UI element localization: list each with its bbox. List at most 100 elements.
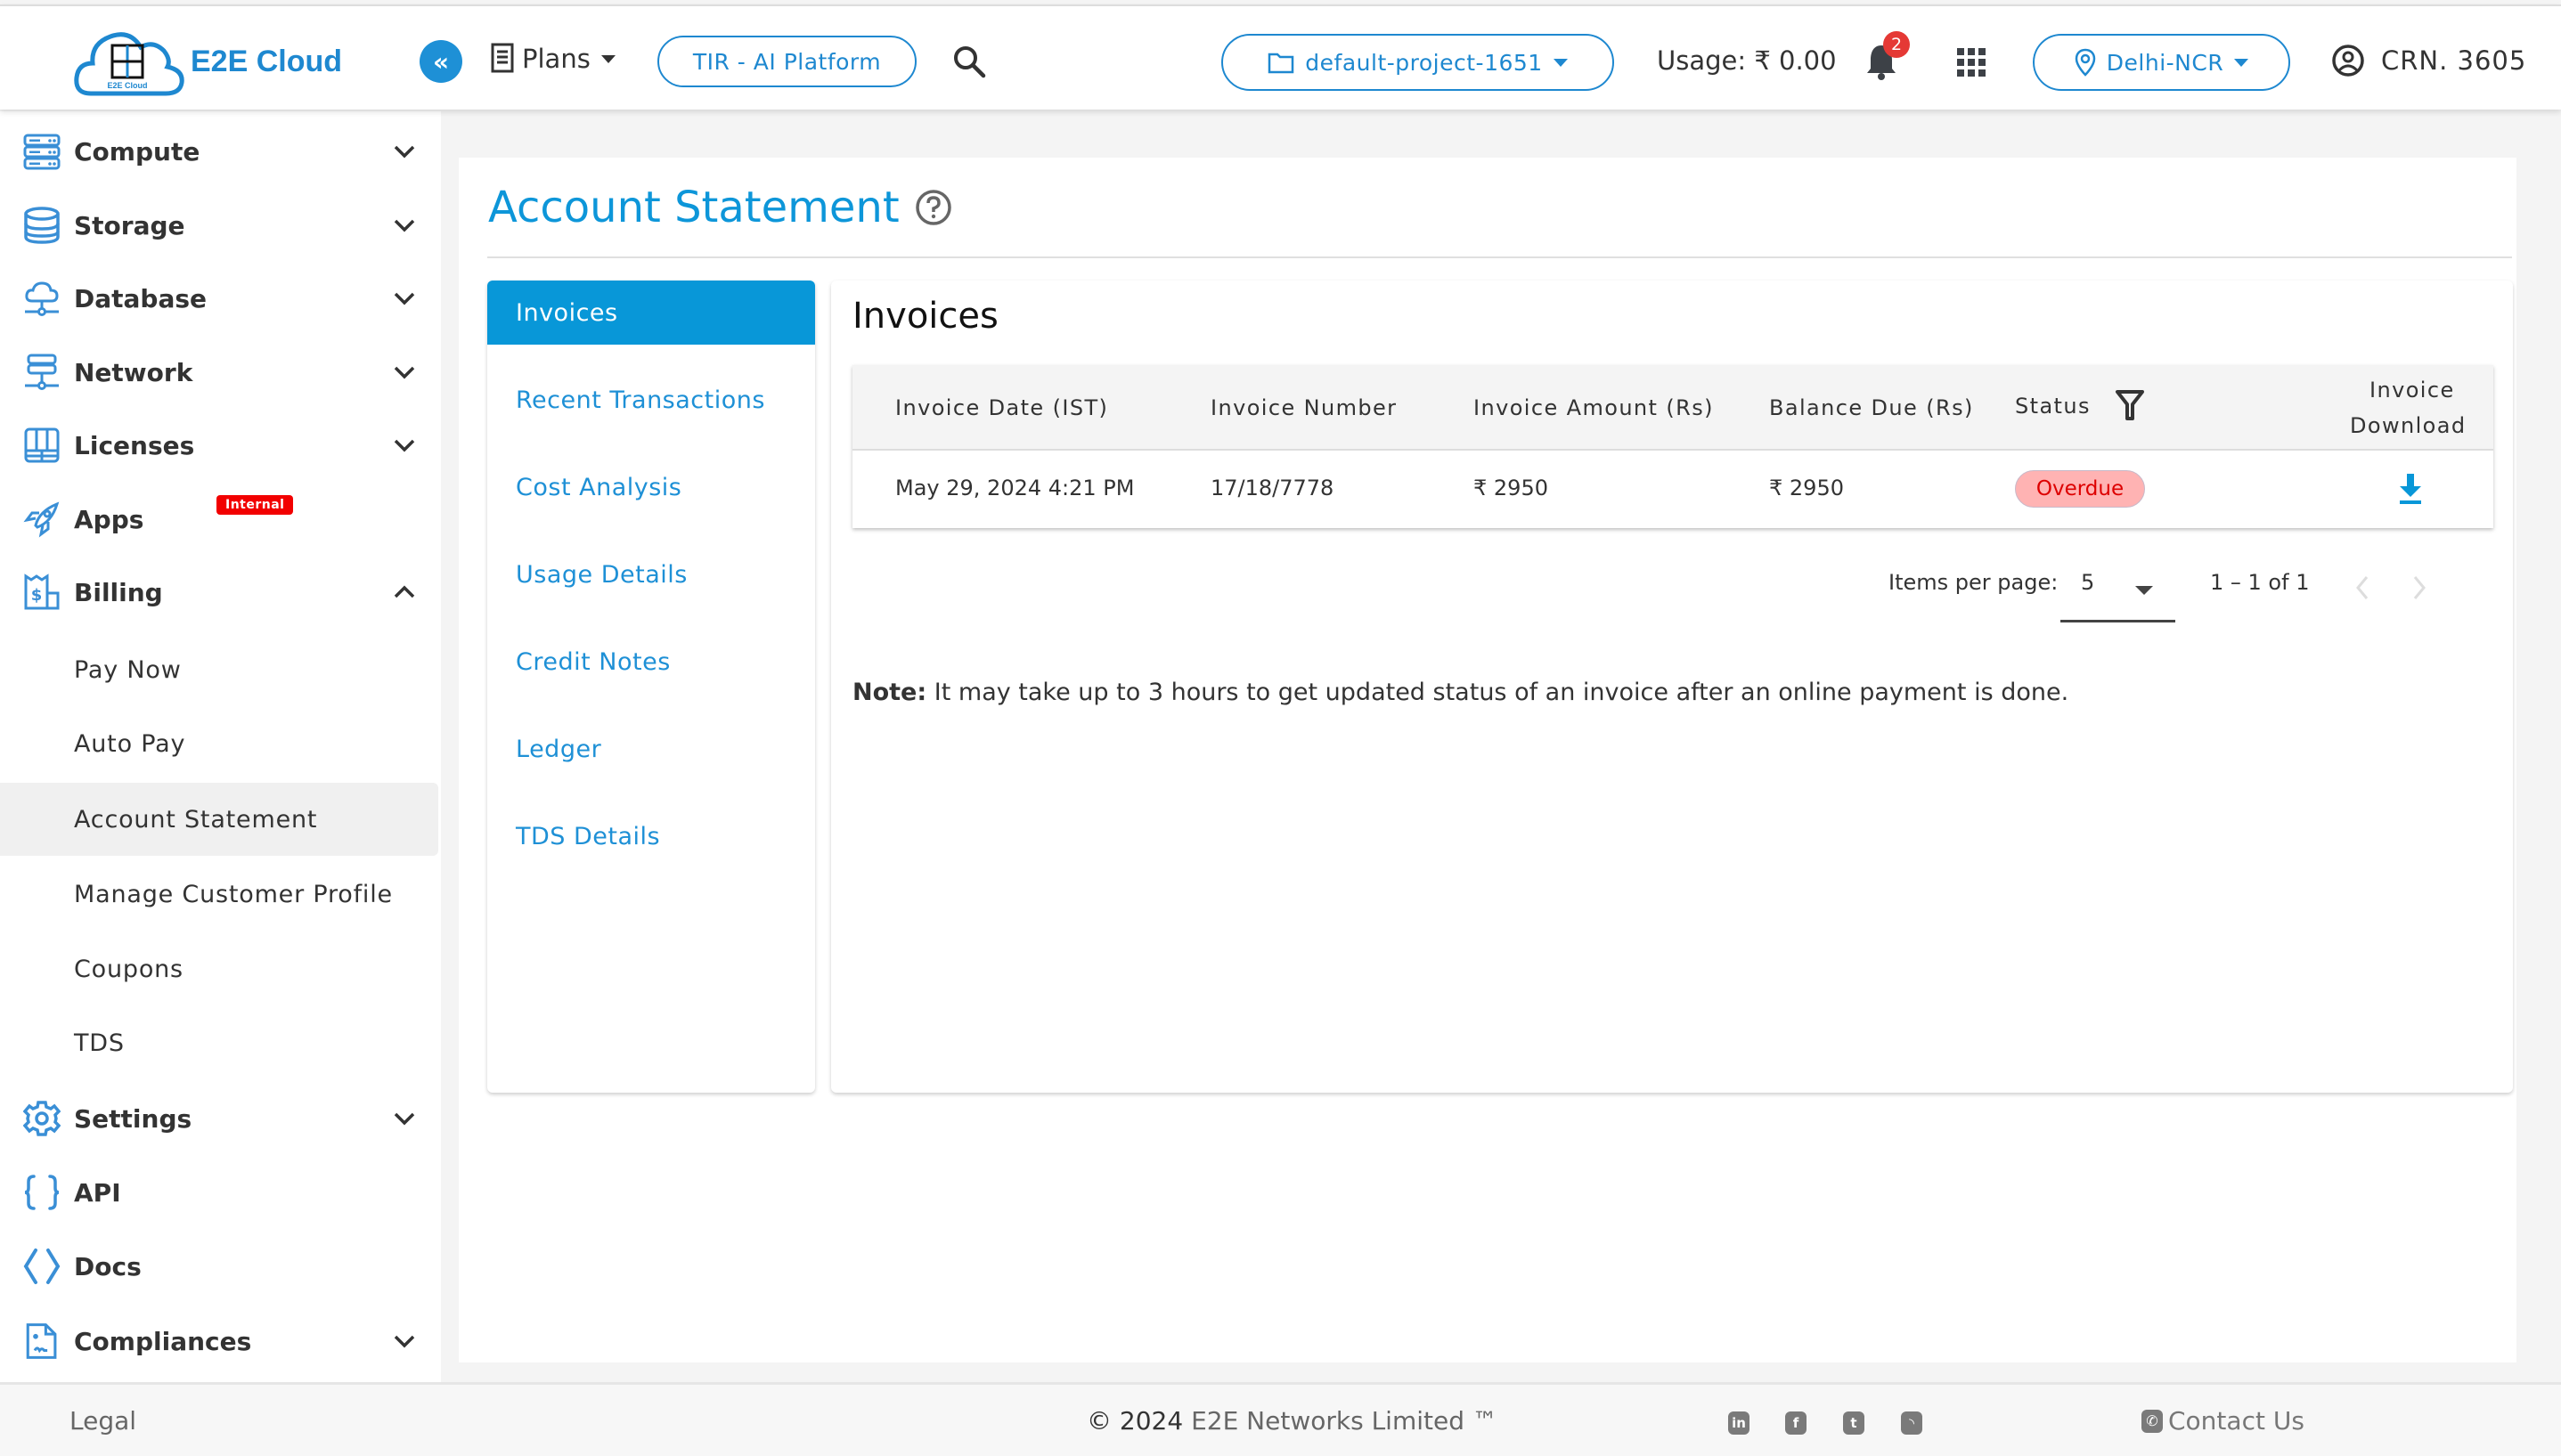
sidebar-item-label: Network [74,357,193,387]
sidebar-item-billing[interactable]: $ Billing [0,561,441,623]
invoices-table: Invoice Date (IST) Invoice Number Invoic… [852,365,2493,528]
column-header-balance-due: Balance Due (Rs) [1769,395,1974,420]
note-label: Note: [852,679,927,706]
collapse-sidebar-button[interactable]: « [420,40,462,83]
sidebar-subitem-label: Pay Now [74,655,182,684]
sidebar-subitem-pay-now[interactable]: Pay Now [0,633,438,706]
sidebar-subitem-account-statement[interactable]: Account Statement [0,783,438,856]
tab-tds-details[interactable]: TDS Details [487,804,815,868]
account-circle-icon [2332,45,2364,77]
tir-ai-platform-button[interactable]: TIR - AI Platform [657,36,917,87]
sidebar-item-licenses[interactable]: Licenses [0,414,441,476]
tab-usage-details[interactable]: Usage Details [487,542,815,606]
tab-recent-transactions[interactable]: Recent Transactions [487,368,815,432]
filter-icon[interactable] [2115,388,2145,422]
column-header-invoice-download-line2: Download [2350,413,2467,438]
column-header-invoice-amount: Invoice Amount (Rs) [1473,395,1714,420]
sidebar-subitem-tds[interactable]: TDS [0,1006,438,1079]
caret-down-icon [2234,58,2249,67]
sidebar-subitem-auto-pay[interactable]: Auto Pay [0,707,438,780]
linkedin-icon[interactable]: in [1728,1411,1749,1435]
page-title: Account Statement [488,183,953,232]
next-page-icon[interactable] [2410,574,2428,601]
folder-icon [1268,53,1294,74]
sidebar-item-network[interactable]: Network [0,341,441,403]
column-header-invoice-date: Invoice Date (IST) [895,395,1109,420]
project-selector[interactable]: default-project-1651 [1221,34,1614,91]
sidebar-item-api[interactable]: API [0,1161,441,1224]
sidebar-item-label: Billing [74,577,163,607]
sidebar-item-label: Settings [74,1103,192,1134]
plans-label: Plans [522,44,591,74]
sidebar-item-compliances[interactable]: Compliances [0,1310,441,1372]
sidebar: Compute Storage Database Network License… [0,111,441,1382]
region-selector[interactable]: Delhi-NCR [2033,34,2290,91]
help-icon[interactable] [914,188,953,227]
gear-icon [23,1101,61,1136]
chevron-down-icon [394,219,415,232]
previous-page-icon[interactable] [2353,574,2371,601]
billing-icon: $ [24,573,60,610]
region-name: Delhi-NCR [2106,49,2224,76]
sidebar-subitem-coupons[interactable]: Coupons [0,932,438,1005]
title-divider [487,256,2512,258]
code-icon [23,1249,61,1284]
sidebar-subitem-label: TDS [74,1029,125,1057]
copyright-year: © 2024 [1087,1406,1184,1436]
download-icon[interactable] [2397,472,2424,506]
sidebar-subitem-manage-customer-profile[interactable]: Manage Customer Profile [0,858,438,931]
facebook-icon[interactable]: f [1785,1411,1807,1435]
tab-ledger[interactable]: Ledger [487,717,815,781]
copyright: © 2024 E2E Networks Limited ™ [1087,1406,1497,1436]
network-icon [25,354,59,390]
sidebar-item-label: Database [74,283,208,313]
e2e-cloud-logo[interactable]: E2E Cloud E2E Cloud [71,24,342,99]
braces-icon [24,1175,60,1210]
sidebar-item-label: Docs [74,1251,142,1281]
cell-invoice-date: May 29, 2024 4:21 PM [895,476,1135,500]
chevron-down-icon [394,145,415,159]
caret-down-icon [2135,586,2153,595]
sidebar-item-label: Compute [74,136,200,167]
sidebar-item-label: Apps Internal [74,494,294,534]
legal-link[interactable]: Legal [69,1406,136,1436]
svg-text:$: $ [31,586,43,605]
plans-menu[interactable]: Plans [488,42,616,76]
top-header: E2E Cloud E2E Cloud « Plans TIR - AI Pla… [0,4,2561,110]
sidebar-item-apps[interactable]: Apps Internal [0,488,441,550]
cell-invoice-number: 17/18/7778 [1211,476,1334,500]
sidebar-subitem-label: Manage Customer Profile [74,880,393,908]
tab-invoices[interactable]: Invoices [487,281,815,345]
sidebar-item-storage[interactable]: Storage [0,194,441,256]
sidebar-item-settings[interactable]: Settings [0,1087,441,1150]
apps-grid-icon[interactable] [1956,47,1986,77]
cloud-logo-icon: E2E Cloud [74,32,184,96]
rocket-icon [23,501,60,538]
tab-credit-notes[interactable]: Credit Notes [487,630,815,694]
statement-tabs: Invoices Recent Transactions Cost Analys… [487,281,815,1093]
contact-us-link[interactable]: ✆ Contact Us [2141,1406,2304,1436]
svg-text:E2E Cloud: E2E Cloud [107,81,147,90]
sidebar-item-label: API [74,1177,121,1208]
twitter-icon[interactable]: t [1843,1411,1864,1435]
sidebar-item-compute[interactable]: Compute [0,120,441,183]
search-icon[interactable] [951,44,987,79]
project-name: default-project-1651 [1305,49,1543,76]
receipt-icon [491,43,514,73]
rss-icon[interactable]: ◝ [1901,1411,1922,1435]
logo-text: E2E Cloud [191,44,343,78]
account-menu[interactable]: CRN. 3605 [2331,44,2526,77]
sidebar-item-label: Compliances [74,1326,252,1356]
chevron-up-icon [394,585,415,598]
caret-down-icon [1553,58,1568,67]
sidebar-item-database[interactable]: Database [0,267,441,329]
cell-invoice-amount: ₹ 2950 [1473,476,1548,500]
status-badge: Overdue [2015,470,2145,508]
tab-cost-analysis[interactable]: Cost Analysis [487,455,815,519]
chevron-down-icon [394,292,415,305]
location-pin-icon [2075,48,2096,77]
sidebar-item-docs[interactable]: Docs [0,1235,441,1297]
server-icon [23,134,61,170]
caret-down-icon [600,54,616,63]
crn-label: CRN. 3605 [2381,45,2527,76]
